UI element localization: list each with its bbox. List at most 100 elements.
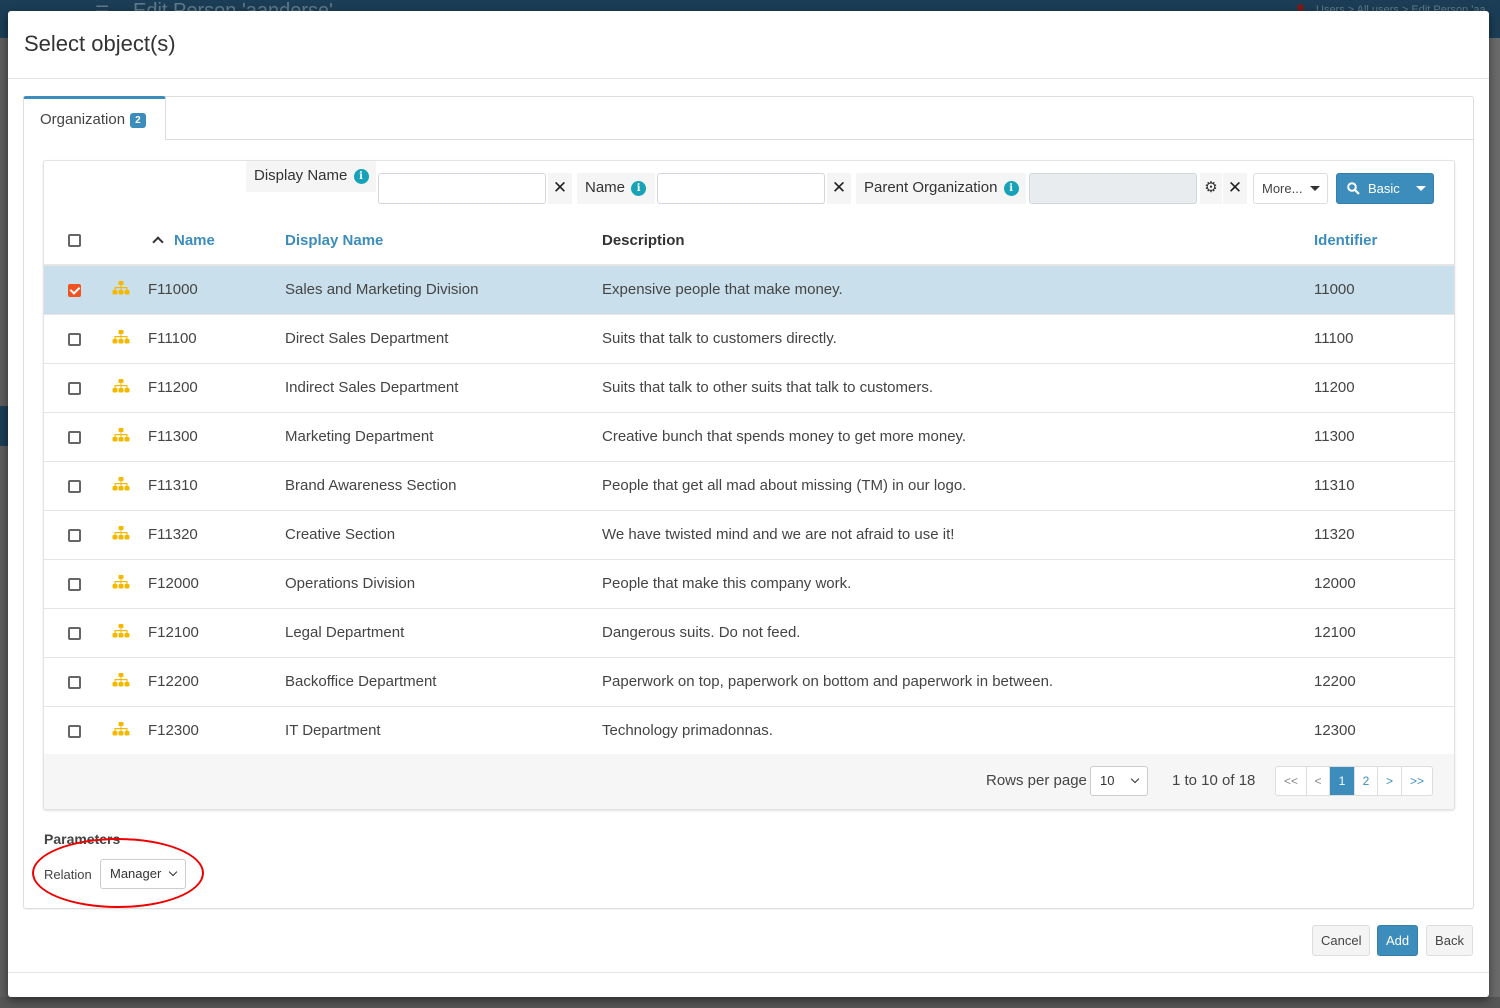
chevron-down-icon [168,867,178,877]
tab-organization[interactable]: Organization 2 [23,96,166,140]
relation-select[interactable]: Manager [100,859,186,889]
search-button-main[interactable]: Basic [1337,174,1408,203]
cell-display-name: Indirect Sales Department [285,379,459,396]
last-page-button[interactable]: >> [1402,767,1432,795]
organization-table: Name Display Name Description Identifier… [44,216,1454,756]
table-row[interactable]: F12100 Legal Department Dangerous suits. D… [44,608,1454,657]
row-icon-cell [106,706,148,755]
cell-identifier: 11000 [1314,281,1355,299]
cell-identifier: 11310 [1314,477,1355,494]
table-row[interactable]: F11310 Brand Awareness Section People that… [44,461,1454,510]
modal-footer-divider [8,972,1489,973]
row-checkbox[interactable] [68,577,81,591]
organization-icon [112,427,130,446]
table-row[interactable]: F11000 Sales and Marketing Division Expens… [44,265,1454,314]
row-checkbox[interactable] [68,430,81,444]
cell-description: Expensive people that make money. [602,281,843,299]
info-icon[interactable]: i [353,169,369,184]
column-header-name[interactable]: Name [148,216,285,265]
cell-name: F11100 [148,330,197,347]
cell-description: People that make this company work. [602,575,852,592]
icon-column-header [106,216,148,265]
filter-label-text: Display Name [254,167,348,184]
cell-identifier: 11300 [1314,428,1355,445]
clear-parent-organization-icon[interactable]: ✕ [1223,173,1247,204]
table-body: F11000 Sales and Marketing Division Expens… [44,265,1454,755]
cell-display-name: Direct Sales Department [285,330,449,347]
cell-name: F11200 [148,379,198,396]
table-row[interactable]: F12300 IT Department Technology primadonna… [44,706,1454,755]
table-row[interactable]: F11100 Direct Sales Department Suits that … [44,314,1454,363]
more-label: More... [1262,181,1303,196]
row-checkbox-cell [44,314,106,363]
row-checkbox[interactable] [68,675,81,689]
cell-display-name: Legal Department [285,624,405,641]
row-icon-cell [106,363,148,412]
row-checkbox[interactable] [68,332,81,346]
table-row[interactable]: F11200 Indirect Sales Department Suits tha… [44,363,1454,412]
table-row[interactable]: F11300 Marketing Department Creative bunch… [44,412,1454,461]
pagination: << < 1 2 > >> [1275,766,1433,796]
cell-identifier: 12000 [1314,575,1356,592]
table-row[interactable]: F11320 Creative Section We have twisted mi… [44,510,1454,559]
search-mode-dropdown-toggle[interactable] [1409,174,1433,203]
object-table-panel: Display Name i ✕ Name i ✕ Parent Organiz… [43,160,1455,810]
previous-page-button[interactable]: < [1307,767,1330,795]
cell-description: Technology primadonnas. [602,722,773,739]
organization-icon [112,525,130,544]
gear-icon[interactable]: ⚙ [1200,173,1222,204]
select-all-checkbox[interactable] [68,234,81,248]
row-checkbox[interactable] [68,528,81,542]
more-criteria-button[interactable]: More... [1253,173,1328,204]
filter-display-name-label: Display Name i [246,161,376,192]
relation-value: Manager [110,866,162,881]
back-button[interactable]: Back [1426,925,1473,956]
cell-name: F12100 [148,624,199,641]
next-page-button[interactable]: > [1378,767,1402,795]
info-icon[interactable]: i [631,181,647,196]
cell-description: Suits that talk to other suits that talk… [602,379,933,396]
filter-display-name-input[interactable] [378,173,546,204]
row-checkbox[interactable] [68,479,81,493]
row-icon-cell [106,461,148,510]
row-checkbox[interactable] [68,283,81,297]
cell-description: We have twisted mind and we are not afra… [602,526,955,543]
info-icon[interactable]: i [1003,181,1019,196]
row-icon-cell [106,412,148,461]
row-checkbox-cell [44,706,106,755]
organization-icon [112,476,130,495]
first-page-button[interactable]: << [1276,767,1307,795]
table-row[interactable]: F12200 Backoffice Department Paperwork on … [44,657,1454,706]
modal-title: Select object(s) [24,31,176,56]
column-header-identifier[interactable]: Identifier [1314,216,1454,265]
modal-header: Select object(s) [8,11,1489,79]
filter-name-input[interactable] [657,173,825,204]
rows-per-page-select[interactable]: 10 [1090,766,1148,796]
caret-down-icon [1310,186,1321,191]
rows-per-page-label: Rows per page [986,772,1087,789]
row-checkbox-cell [44,559,106,608]
cell-display-name: Marketing Department [285,428,434,445]
rows-per-page-value: 10 [1100,773,1115,788]
cancel-button[interactable]: Cancel [1312,925,1370,956]
page-1-button[interactable]: 1 [1330,767,1355,795]
row-checkbox[interactable] [68,724,81,738]
search-basic-button[interactable]: Basic [1336,173,1434,204]
column-header-display-name[interactable]: Display Name [285,216,602,265]
page-2-button[interactable]: 2 [1355,767,1378,795]
clear-display-name-icon[interactable]: ✕ [548,173,572,204]
cell-identifier: 11320 [1314,526,1355,543]
row-icon-cell [106,608,148,657]
select-all-cell [44,216,106,265]
organization-icon [112,672,130,691]
row-checkbox[interactable] [68,381,81,395]
row-checkbox[interactable] [68,626,81,640]
background-sidebar-active [0,406,8,446]
table-row[interactable]: F12000 Operations Division People that mak… [44,559,1454,608]
row-checkbox-cell [44,412,106,461]
filter-parent-organization-input[interactable] [1029,173,1197,204]
clear-name-icon[interactable]: ✕ [827,173,851,204]
add-button[interactable]: Add [1377,925,1418,956]
cell-description: Dangerous suits. Do not feed. [602,624,801,641]
background-footer [0,997,1500,1008]
